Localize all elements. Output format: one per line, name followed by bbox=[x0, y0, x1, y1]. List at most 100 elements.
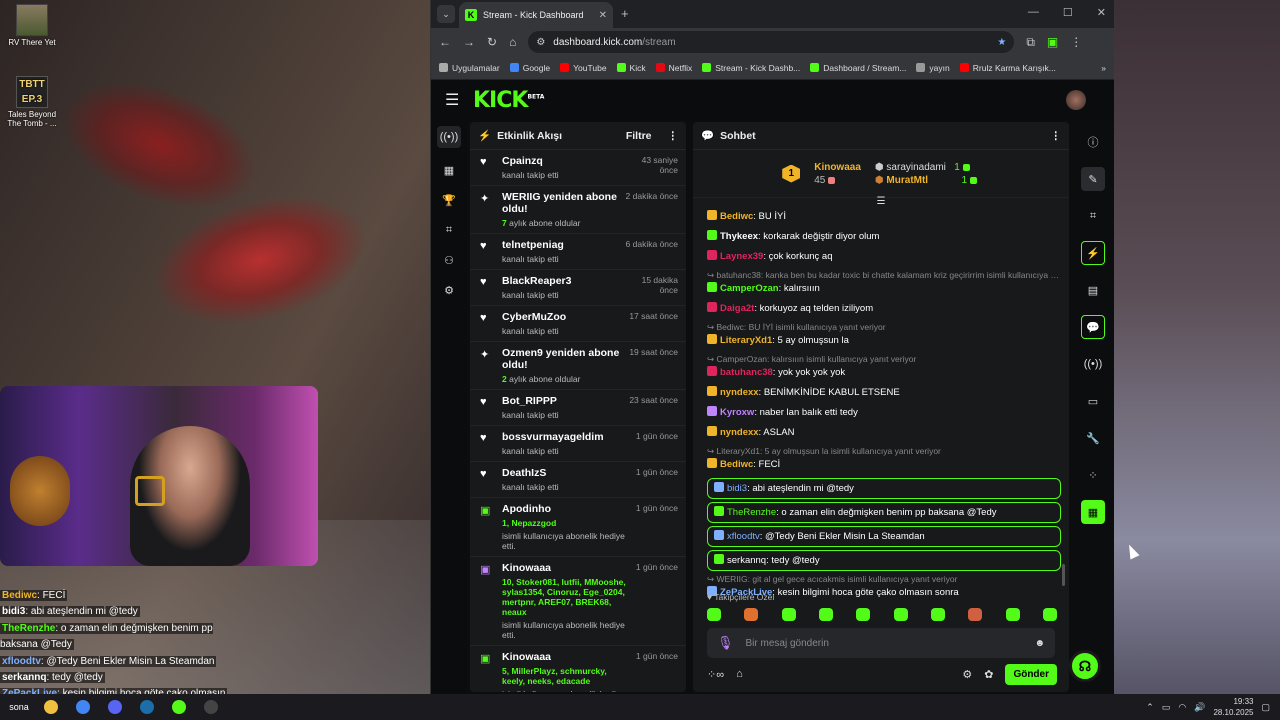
send-button[interactable]: Gönder bbox=[1005, 663, 1057, 685]
activity-event[interactable]: ♥ telnetpeniag kanalı takip etti 6 dakika ö… bbox=[470, 234, 686, 270]
chat-username[interactable]: TheRenzhe bbox=[727, 507, 776, 518]
discord-icon[interactable] bbox=[102, 696, 128, 718]
chat-scrollbar[interactable] bbox=[1062, 564, 1065, 586]
maximize-icon[interactable]: ☐ bbox=[1063, 6, 1073, 19]
pinned-filter-icon[interactable]: ☰ bbox=[693, 197, 1069, 208]
reply-context[interactable]: ↪ WERIIG: git al gel gece acıcakmis isim… bbox=[707, 574, 1061, 584]
support-headset-icon[interactable]: ☊ bbox=[1069, 650, 1101, 682]
home-icon[interactable]: ⌂ bbox=[509, 35, 516, 49]
microphone-icon[interactable]: 🎙 bbox=[717, 635, 734, 651]
bookmark-item[interactable]: Stream - Kick Dashb... bbox=[702, 63, 800, 73]
chat-message[interactable]: Bediwc: BU İYİ bbox=[707, 210, 1061, 223]
activity-event[interactable]: ♥ Cpainzq kanalı takip etti 43 saniye önce bbox=[470, 150, 686, 186]
bookmark-item[interactable]: Kick bbox=[616, 63, 646, 73]
wifi-icon[interactable]: ◠ bbox=[1178, 702, 1186, 713]
activity-more-icon[interactable]: ⋮ bbox=[668, 130, 679, 142]
activity-event[interactable]: ✦ Ozmen9 yeniden abone oldu! 2 aylık abone… bbox=[470, 342, 686, 390]
activity-event[interactable]: ♥ bossvurmayageldim kanalı takip etti 1 gün… bbox=[470, 426, 686, 462]
emote-icon[interactable] bbox=[893, 608, 908, 621]
chat-message-mention[interactable]: xfloodtv: @Tedy Beni Ekler Misin La Stea… bbox=[707, 526, 1061, 547]
connections-icon[interactable]: ⁘ bbox=[1081, 463, 1105, 487]
moderation-icon[interactable]: ⌗ bbox=[439, 222, 459, 238]
chat-message[interactable]: LiteraryXd1: 5 ay olmuşsun la bbox=[707, 334, 1061, 347]
clock[interactable]: 19:33 28.10.2025 bbox=[1213, 696, 1253, 718]
bookmark-item[interactable]: Uygulamalar bbox=[439, 63, 500, 73]
activity-event[interactable]: ♥ CyberMuZoo kanalı takip etti 17 saat önce bbox=[470, 306, 686, 342]
tab-kick-dashboard[interactable]: K Stream - Kick Dashboard ✕ bbox=[459, 2, 613, 28]
kick-logo[interactable]: KICKBETA bbox=[473, 88, 544, 113]
activity-event[interactable]: ✦ WERIIG yeniden abone oldu! 7 aylık abone… bbox=[470, 186, 686, 234]
reply-context[interactable]: ↪ Bediwc: BU İYİ isimli kullanıcıya yanı… bbox=[707, 322, 1061, 332]
chat-username[interactable]: Bediwc bbox=[720, 459, 753, 470]
tab-search-button[interactable]: ⌄ bbox=[437, 5, 455, 23]
chat-username[interactable]: Thykeex bbox=[720, 231, 758, 242]
bookmark-item[interactable]: Rrulz Karma Karışık... bbox=[959, 63, 1056, 73]
activity-event[interactable]: ♥ DeathIzS kanalı takip etti 1 gün önce bbox=[470, 462, 686, 498]
extensions-icon[interactable]: ⧉ bbox=[1026, 35, 1035, 50]
chat-message-mention[interactable]: serkannq: tedy @tedy bbox=[707, 550, 1061, 571]
chat-username[interactable]: Kyroxw bbox=[720, 407, 754, 418]
chat-input[interactable]: 🎙 Bir mesaj gönderin ☻ bbox=[707, 628, 1055, 658]
bookmark-item[interactable]: Netflix bbox=[655, 63, 692, 73]
bookmark-item[interactable]: yayın bbox=[916, 63, 950, 73]
new-tab-button[interactable]: + bbox=[621, 6, 629, 21]
info-icon[interactable]: ⓘ bbox=[1081, 130, 1105, 154]
chat-username[interactable]: xfloodtv bbox=[727, 531, 760, 542]
bookmarks-overflow-icon[interactable]: » bbox=[1101, 63, 1106, 73]
site-info-icon[interactable]: ⚙ bbox=[536, 37, 545, 48]
user-avatar[interactable] bbox=[1066, 90, 1086, 110]
moderation-shield-icon[interactable]: ⌗ bbox=[1081, 204, 1105, 228]
chat-message[interactable]: batuhanc38: yok yok yok yok bbox=[707, 366, 1061, 379]
kick-app-icon[interactable] bbox=[166, 696, 192, 718]
chat-username[interactable]: Laynex39 bbox=[720, 251, 763, 262]
reply-context[interactable]: ↪ LiteraryXd1: 5 ay olmuşsun la isimli k… bbox=[707, 446, 1061, 456]
activity-event[interactable]: ▣ Kinowaaa 5, MillerPlayz, schmurcky, keel… bbox=[470, 646, 686, 692]
settings-gear-icon[interactable]: ⚙ bbox=[439, 282, 459, 298]
chat-message[interactable]: nyndexx: ASLAN bbox=[707, 426, 1061, 439]
trophy-icon[interactable]: 🏆 bbox=[439, 192, 459, 208]
emote-icon[interactable] bbox=[968, 608, 983, 621]
chat-username[interactable]: nyndexx bbox=[720, 427, 759, 438]
broadcast-icon[interactable]: ((•)) bbox=[1081, 352, 1105, 376]
chat-message[interactable]: Laynex39: çok korkunç aq bbox=[707, 250, 1061, 263]
chat-username[interactable]: batuhanc38 bbox=[720, 367, 773, 378]
filter-button[interactable]: Filtre bbox=[626, 130, 652, 142]
network-icon[interactable]: ▭ bbox=[1162, 702, 1171, 713]
emote-icon[interactable] bbox=[707, 608, 721, 621]
activity-event[interactable]: ♥ Bot_RIPPP kanalı takip etti 23 saat önce bbox=[470, 390, 686, 426]
chat-message-mention[interactable]: TheRenzhe: o zaman elin değmişken benim … bbox=[707, 502, 1061, 523]
top-gifter-first[interactable]: Kinowaaa 45 bbox=[814, 161, 861, 187]
chat-username[interactable]: Daiga2t bbox=[720, 303, 754, 314]
chat-username[interactable]: serkannq bbox=[727, 555, 766, 566]
top-gifter-second[interactable]: sarayinadami bbox=[886, 162, 945, 173]
forward-icon[interactable]: → bbox=[463, 35, 475, 49]
chat-settings-icon[interactable]: ⚙ bbox=[962, 668, 972, 681]
back-icon[interactable]: ← bbox=[439, 35, 451, 49]
calendar-icon[interactable]: ▦ bbox=[439, 162, 459, 178]
emote-icon[interactable] bbox=[744, 608, 759, 621]
emote-icon[interactable] bbox=[781, 608, 796, 621]
hamburger-menu-icon[interactable]: ☰ bbox=[445, 90, 459, 110]
notifications-icon[interactable]: ▢ bbox=[1261, 702, 1270, 713]
chat-username[interactable]: LiteraryXd1 bbox=[720, 335, 772, 346]
steam-icon[interactable] bbox=[134, 696, 160, 718]
activity-event[interactable]: ♥ BlackReaper3 kanalı takip etti 15 dakika … bbox=[470, 270, 686, 306]
start-button[interactable]: sona bbox=[6, 696, 32, 718]
url-bar[interactable]: ⚙ dashboard.kick.com/stream ★ bbox=[528, 31, 1015, 53]
emoji-icon[interactable]: ☻ bbox=[1034, 638, 1045, 649]
chat-message[interactable]: Kyroxw: naber lan balık etti tedy bbox=[707, 406, 1061, 419]
clapper-icon[interactable]: ▦ bbox=[1081, 500, 1105, 524]
chat-more-icon[interactable]: ⋮ bbox=[1051, 130, 1062, 142]
stream-broadcast-icon[interactable]: ((•)) bbox=[437, 126, 461, 148]
chrome-icon[interactable] bbox=[70, 696, 96, 718]
emote-icon[interactable] bbox=[818, 608, 833, 621]
emote-icon[interactable] bbox=[1042, 608, 1057, 621]
minimize-icon[interactable]: — bbox=[1028, 6, 1039, 19]
bookmark-star-icon[interactable]: ★ bbox=[997, 37, 1006, 48]
chat-toggle-icon[interactable]: 💬 bbox=[1081, 315, 1105, 339]
close-tab-icon[interactable]: ✕ bbox=[599, 10, 607, 21]
file-explorer-icon[interactable] bbox=[38, 696, 64, 718]
reply-context[interactable]: ↪ CamperOzan: kalırsııın isimli kullanıc… bbox=[707, 354, 1061, 364]
activity-event[interactable]: ▣ Kinowaaa 10, Stoker081, lutfii, MMooshe,… bbox=[470, 557, 686, 646]
tools-wrench-icon[interactable]: 🔧 bbox=[1081, 426, 1105, 450]
